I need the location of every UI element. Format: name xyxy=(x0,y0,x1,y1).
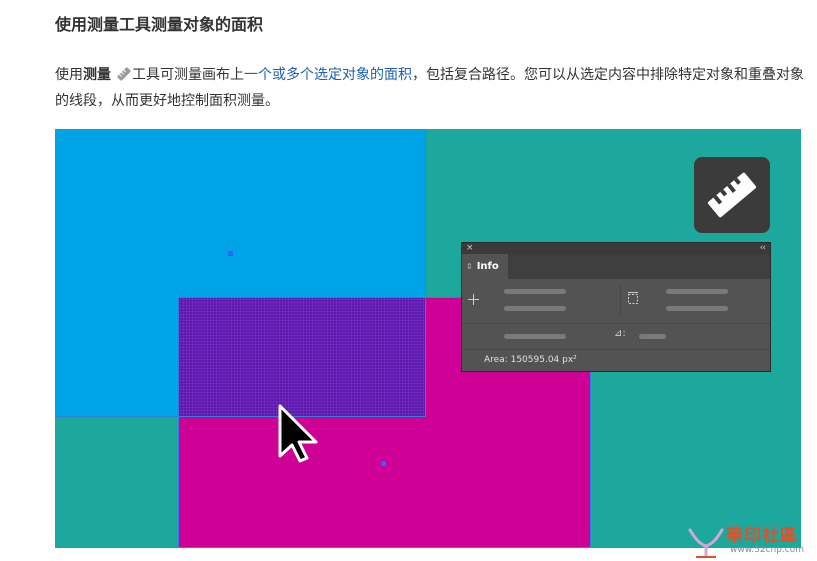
panel-tabbar: ⇕ Info xyxy=(462,254,770,279)
page-title: 使用测量工具测量对象的面积 xyxy=(55,15,264,34)
watermark-name: 華印社區 xyxy=(726,526,798,546)
value-placeholder xyxy=(504,306,566,311)
description-paragraph: 使用测量 工具可测量画布上一个或多个选定对象的面积，包括复合路径。您可以从选定内容… xyxy=(55,62,815,114)
arrow-cursor-icon xyxy=(277,404,321,468)
area-link[interactable]: 一个或多个选定对象的面积 xyxy=(244,67,412,83)
divider xyxy=(620,285,621,317)
panel-titlebar: × ‹‹ xyxy=(462,243,770,254)
watermark: 華印社區 www.52cnp.com xyxy=(686,520,817,561)
angle-icon: ⊿: xyxy=(614,328,626,339)
watermark-url: www.52cnp.com xyxy=(730,545,805,555)
value-placeholder xyxy=(666,306,728,311)
info-panel: × ‹‹ ⇕ Info ⊿: Area: 150595.04 px² xyxy=(461,242,771,372)
para-after-tool: 工具可测量画布上 xyxy=(132,67,244,83)
grip-icon: ⇕ xyxy=(466,262,473,271)
dimensions-icon xyxy=(628,292,638,304)
measure-tool-badge xyxy=(694,157,770,233)
area-readout: Area: 150595.04 px² xyxy=(484,355,577,365)
panel-angle-row: ⊿: xyxy=(462,324,770,350)
canvas-illustration: × ‹‹ ⇕ Info ⊿: Area: 150595.04 px² xyxy=(55,129,801,548)
magenta-center-point xyxy=(381,461,386,466)
panel-coordinates-row xyxy=(462,279,770,324)
tab-info[interactable]: ⇕ Info xyxy=(462,254,508,279)
watermark-logo-icon xyxy=(688,528,724,558)
double-chevron-icon[interactable]: ‹‹ xyxy=(760,243,766,254)
ruler-icon xyxy=(117,64,131,81)
overlap-region xyxy=(178,297,426,417)
value-placeholder xyxy=(666,289,728,294)
crosshair-icon xyxy=(468,294,479,305)
tool-name: 测量 xyxy=(83,67,111,83)
ruler-icon xyxy=(708,172,756,218)
blue-center-point xyxy=(228,251,233,256)
para-prefix: 使用 xyxy=(55,67,83,83)
tab-info-label: Info xyxy=(476,261,499,272)
value-placeholder xyxy=(639,334,666,339)
value-placeholder xyxy=(504,334,566,339)
close-icon[interactable]: × xyxy=(466,243,474,254)
value-placeholder xyxy=(504,289,566,294)
